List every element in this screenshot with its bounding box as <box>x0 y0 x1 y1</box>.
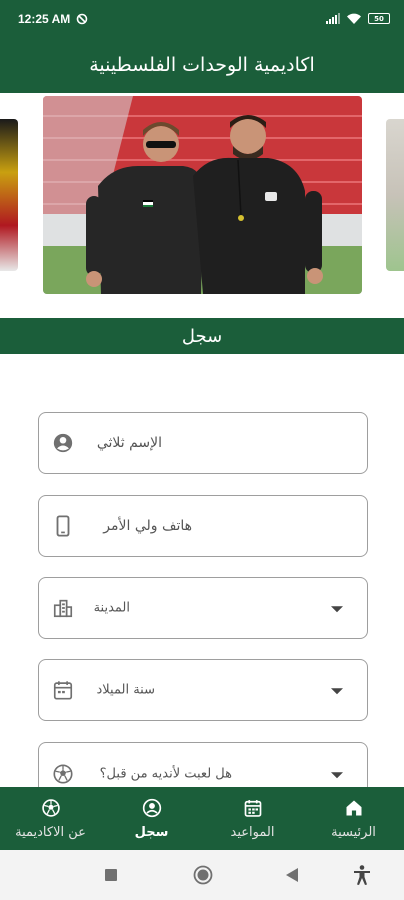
system-navigation-bar <box>0 850 404 900</box>
chevron-down-icon <box>331 772 343 779</box>
back-icon[interactable] <box>286 868 298 882</box>
wifi-icon <box>347 13 361 24</box>
home-icon <box>346 800 361 815</box>
nav-register-label: سجل <box>134 824 169 840</box>
signal-icon <box>326 13 340 24</box>
nav-home[interactable]: الرئيسية <box>303 787 404 850</box>
accessibility-icon[interactable] <box>353 865 371 885</box>
carousel-slide-previous[interactable] <box>0 119 18 271</box>
chevron-down-icon <box>331 606 343 613</box>
carousel-slide-current[interactable] <box>43 96 362 294</box>
image-carousel[interactable] <box>0 93 404 303</box>
status-bar: 12:25 AM 50 <box>0 0 404 37</box>
calendar-icon <box>244 799 261 817</box>
home-button-icon[interactable] <box>193 865 213 885</box>
carousel-slide-next[interactable] <box>386 119 404 271</box>
nav-about-academy[interactable]: عن الاكاديمية <box>0 787 101 850</box>
recents-icon[interactable] <box>105 869 117 881</box>
phone-icon <box>56 515 70 537</box>
played-clubs-placeholder: هل لعبت لأنديه من قبل؟ <box>99 766 232 782</box>
screen: 12:25 AM 50 اكاديمية الوحدات الفلسطينية <box>0 0 404 900</box>
coaches-photo <box>43 96 362 294</box>
app-title: اكاديمية الوحدات الفلسطينية <box>89 54 315 76</box>
birth-year-placeholder: سنة الميلاد <box>96 682 155 698</box>
user-circle-icon <box>53 433 73 453</box>
battery-icon: 50 <box>368 13 390 24</box>
guardian-phone-field[interactable]: هاتف ولي الأمر <box>38 495 368 557</box>
calendar-icon <box>53 681 73 700</box>
status-left: 12:25 AM <box>18 12 88 26</box>
guardian-phone-placeholder: هاتف ولي الأمر <box>103 518 192 534</box>
register-section-header: سجل <box>0 318 404 354</box>
full-name-field[interactable]: الإسم ثلاثي <box>38 412 368 474</box>
city-placeholder: المدينة <box>93 600 130 616</box>
data-saver-icon <box>76 13 88 24</box>
nav-schedule[interactable]: المواعيد <box>202 787 303 850</box>
city-select[interactable]: المدينة <box>38 577 368 639</box>
status-right: 50 <box>326 13 390 25</box>
soccer-ball-icon <box>53 764 73 784</box>
register-title: سجل <box>181 325 223 347</box>
nav-register[interactable]: سجل <box>101 787 202 850</box>
full-name-placeholder: الإسم ثلاثي <box>96 435 162 451</box>
soccer-ball-icon <box>41 798 60 817</box>
city-icon <box>53 599 73 618</box>
bottom-navigation: عن الاكاديمية سجل المواعيد الرئيسية <box>0 787 404 850</box>
nav-schedule-label: المواعيد <box>230 824 275 840</box>
nav-home-label: الرئيسية <box>331 824 376 840</box>
nav-about-academy-label: عن الاكاديمية <box>15 824 86 840</box>
account-circle-icon <box>142 798 161 817</box>
chevron-down-icon <box>331 688 343 695</box>
status-time: 12:25 AM <box>18 11 71 26</box>
birth-year-select[interactable]: سنة الميلاد <box>38 659 368 721</box>
app-header: اكاديمية الوحدات الفلسطينية <box>0 37 404 93</box>
